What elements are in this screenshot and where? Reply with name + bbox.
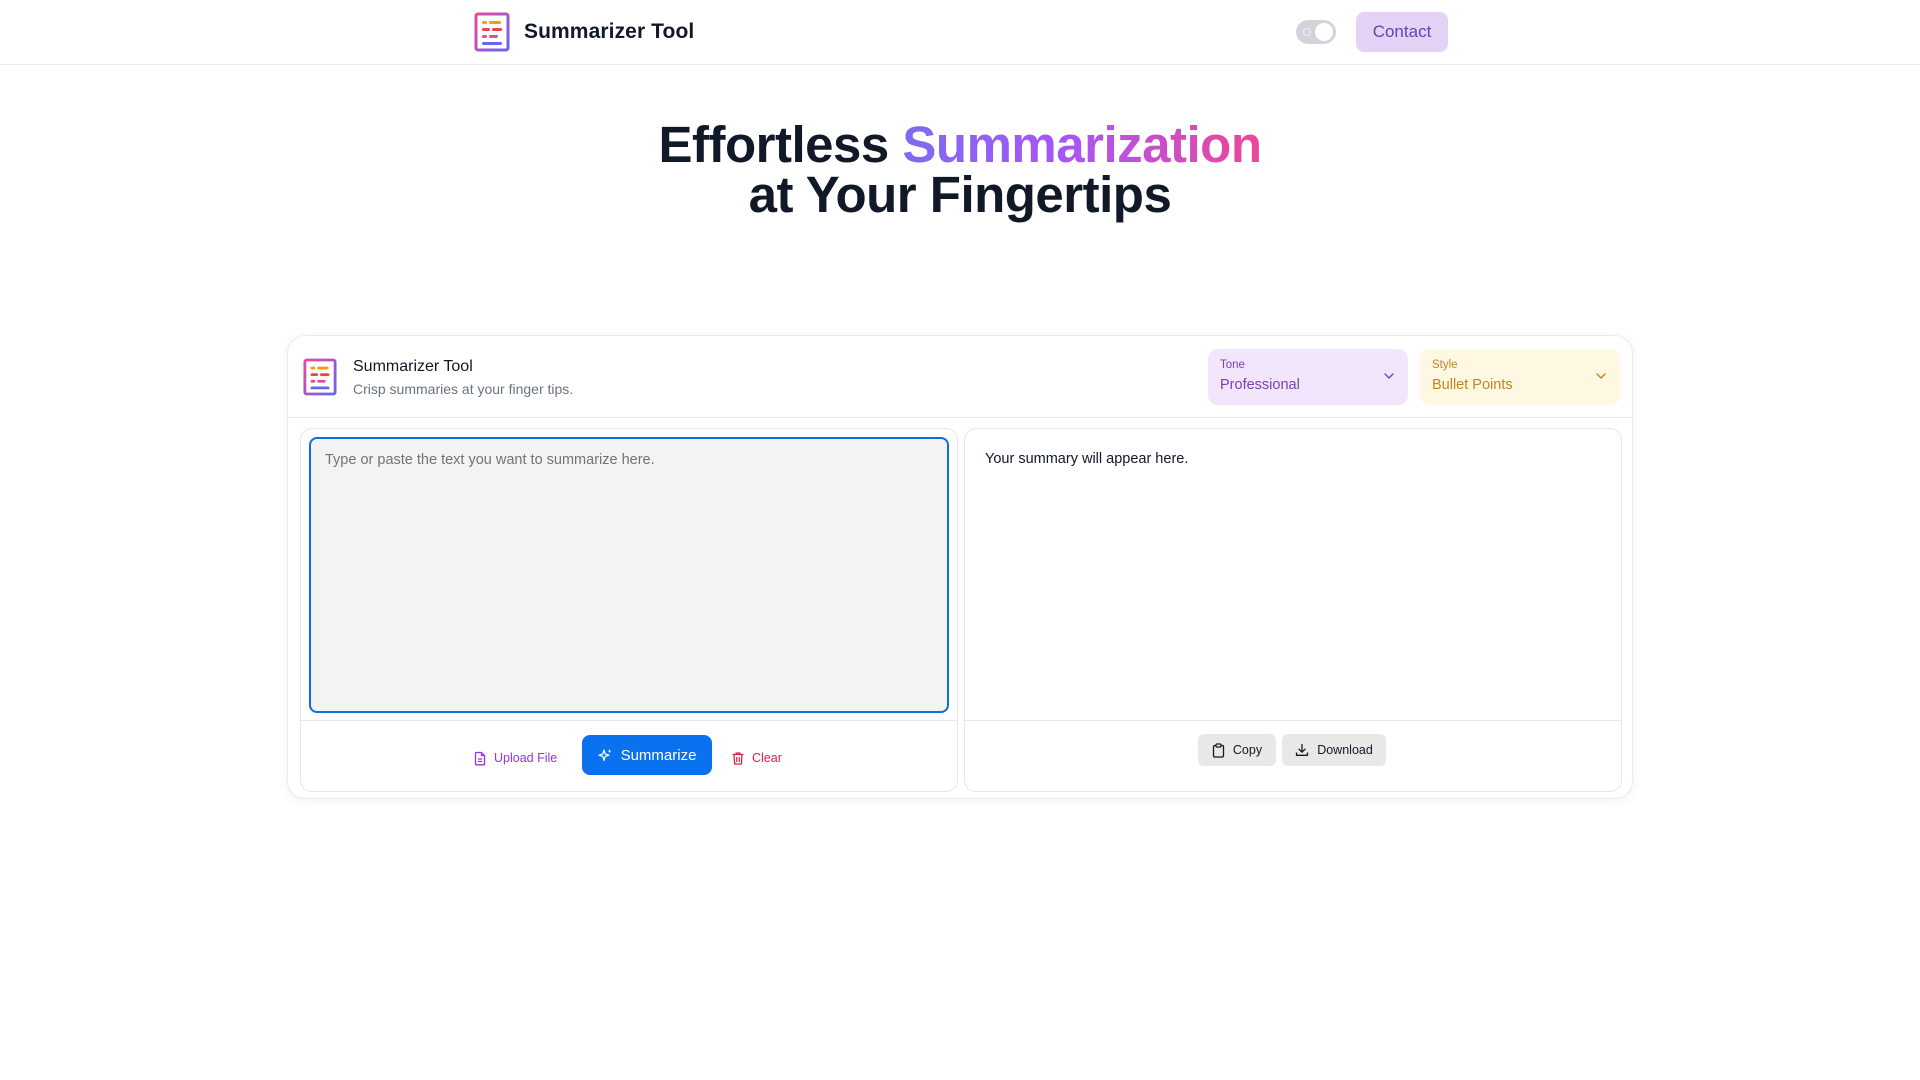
tone-select[interactable]: Tone Professional <box>1208 349 1408 405</box>
card-subtitle: Crisp summaries at your finger tips. <box>353 381 574 397</box>
navbar-inner: Summarizer Tool Contact <box>474 12 1448 52</box>
sun-icon <box>1303 28 1311 36</box>
tone-value: Professional <box>1220 377 1300 393</box>
upload-file-button[interactable]: Upload File <box>473 750 557 766</box>
divider <box>301 720 957 721</box>
sparkles-icon <box>597 748 612 761</box>
download-label: Download <box>1317 743 1373 757</box>
clear-button[interactable]: Clear <box>731 750 782 766</box>
card-logo-icon <box>303 358 337 396</box>
summarizer-card: Summarizer Tool Crisp summaries at your … <box>287 335 1633 799</box>
hero-line-1: Effortless Summarization <box>0 119 1920 170</box>
app-logo-icon[interactable] <box>474 12 510 52</box>
text-input[interactable] <box>309 437 949 713</box>
chevron-down-icon <box>1384 373 1394 379</box>
card-header: Summarizer Tool Crisp summaries at your … <box>288 336 1632 418</box>
style-select[interactable]: Style Bullet Points <box>1420 349 1620 405</box>
upload-file-label: Upload File <box>494 751 558 765</box>
style-value: Bullet Points <box>1432 377 1513 393</box>
theme-toggle[interactable] <box>1296 20 1336 44</box>
card-title: Summarizer Tool <box>353 358 473 375</box>
divider <box>965 720 1621 721</box>
app-title: Summarizer Tool <box>524 20 695 43</box>
tone-label: Tone <box>1220 359 1245 371</box>
download-button[interactable]: Download <box>1282 734 1386 766</box>
clear-label: Clear <box>752 751 782 765</box>
summary-output: Your summary will appear here. <box>985 451 1189 467</box>
hero-line-2: at Your Fingertips <box>748 166 1172 223</box>
hero-prefix: Effortless <box>658 116 903 173</box>
input-pane: Upload File Summarize Clear <box>300 428 958 792</box>
copy-button[interactable]: Copy <box>1198 734 1276 766</box>
navbar: Summarizer Tool Contact <box>0 0 1920 65</box>
copy-label: Copy <box>1232 743 1263 757</box>
contact-button[interactable]: Contact <box>1356 12 1448 52</box>
trash-icon <box>732 751 744 765</box>
file-icon <box>474 751 486 765</box>
hero-heading: Effortless Summarization at Your Fingert… <box>0 119 1920 223</box>
download-icon <box>1296 743 1309 756</box>
toggle-knob <box>1315 23 1333 41</box>
clipboard-icon <box>1212 742 1225 758</box>
summarize-label: Summarize <box>620 746 697 764</box>
hero-highlight: Summarization <box>902 116 1262 173</box>
output-pane: Your summary will appear here. Copy Down… <box>964 428 1622 792</box>
chevron-down-icon <box>1596 373 1606 379</box>
summarize-button[interactable]: Summarize <box>582 735 712 775</box>
style-label: Style <box>1432 359 1458 371</box>
